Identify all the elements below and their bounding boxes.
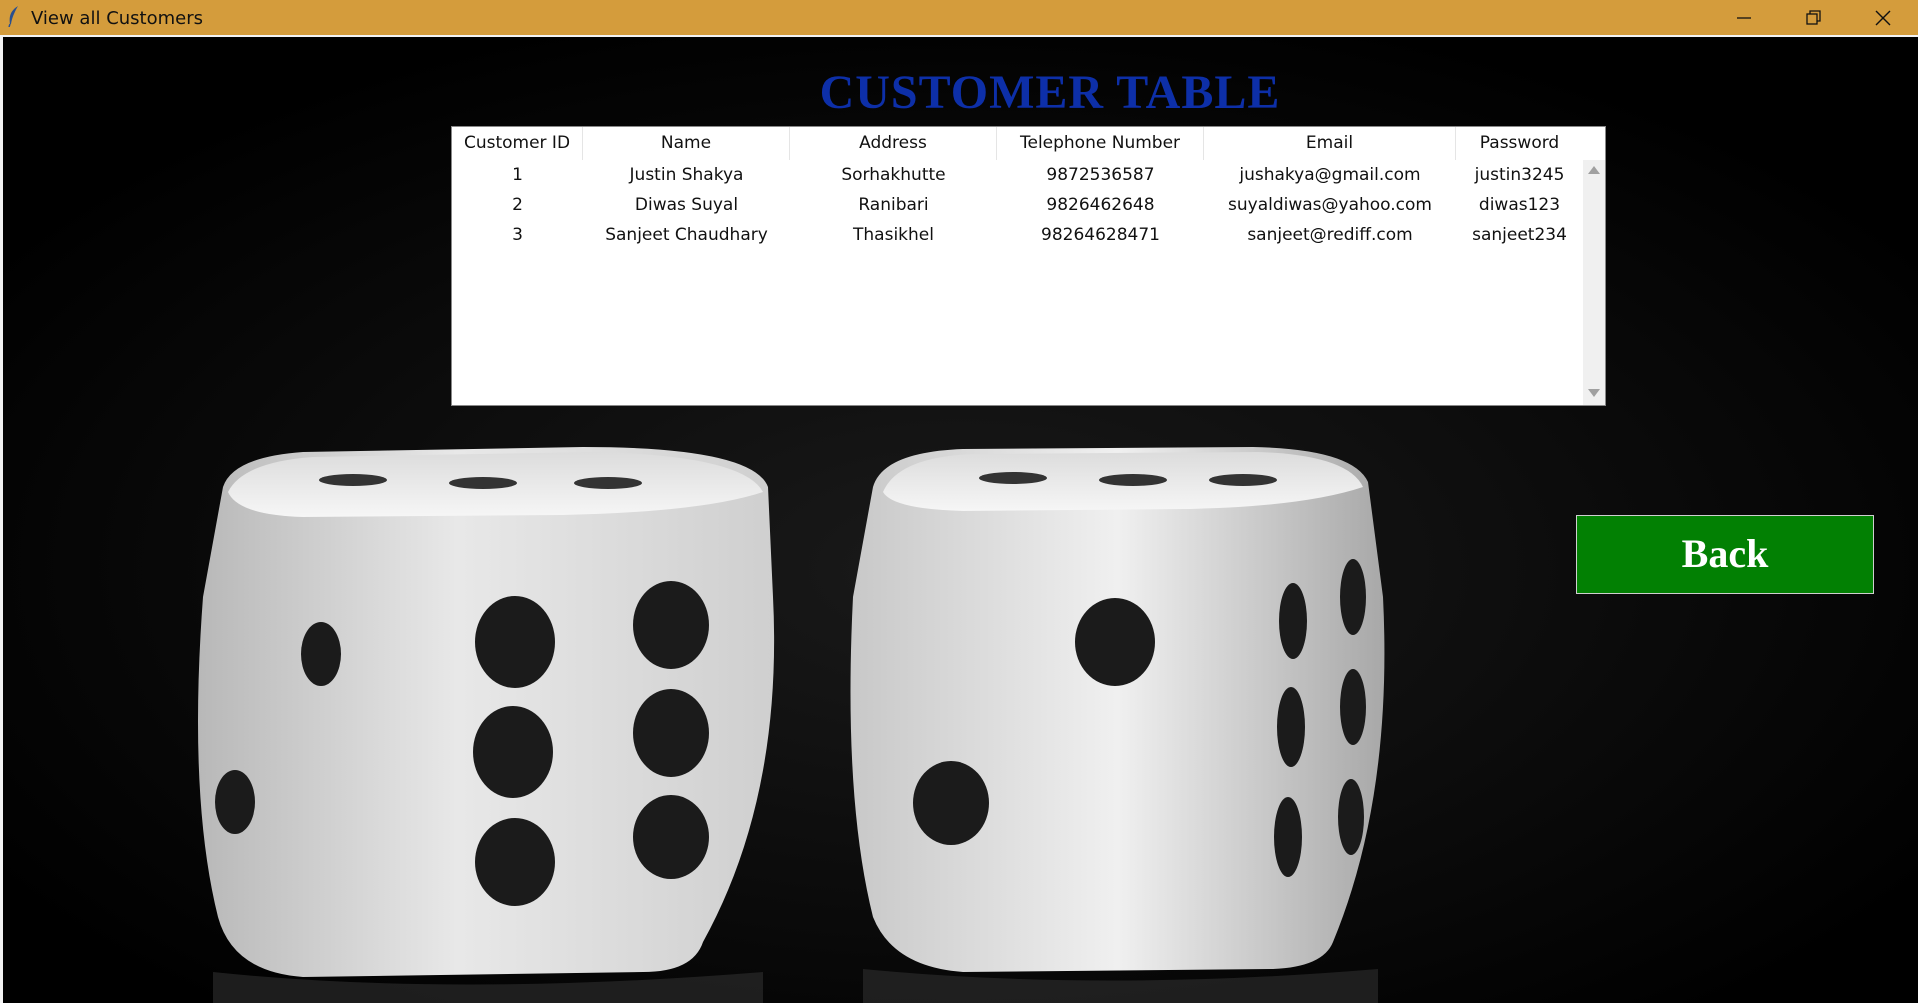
column-header-password[interactable]: Password xyxy=(1456,127,1583,160)
table-header: Customer ID Name Address Telephone Numbe… xyxy=(452,127,1583,160)
column-header-email[interactable]: Email xyxy=(1204,127,1456,160)
minimize-button[interactable] xyxy=(1709,0,1779,35)
cell-customer-id: 1 xyxy=(512,165,523,185)
cell-email: suyaldiwas@yahoo.com xyxy=(1228,195,1432,215)
restore-button[interactable] xyxy=(1779,0,1849,35)
minimize-icon xyxy=(1737,17,1751,19)
close-icon xyxy=(1875,10,1891,26)
cell-telephone: 9826462648 xyxy=(1046,195,1155,215)
restore-icon xyxy=(1806,10,1821,25)
page-title: CUSTOMER TABLE xyxy=(819,66,1281,119)
table-row[interactable]: 1 Justin Shakya Sorhakhutte 9872536587 j… xyxy=(452,160,1583,190)
column-header-telephone[interactable]: Telephone Number xyxy=(997,127,1204,160)
column-header-customer-id[interactable]: Customer ID xyxy=(452,127,583,160)
cell-email: jushakya@gmail.com xyxy=(1239,165,1421,185)
feather-icon xyxy=(8,6,18,27)
back-button[interactable]: Back xyxy=(1576,515,1874,594)
cell-password: sanjeet234 xyxy=(1472,225,1567,245)
cell-address: Ranibari xyxy=(858,195,929,215)
close-button[interactable] xyxy=(1848,0,1918,35)
table-row[interactable]: 2 Diwas Suyal Ranibari 9826462648 suyald… xyxy=(452,190,1583,220)
customer-table[interactable]: Customer ID Name Address Telephone Numbe… xyxy=(451,126,1606,406)
cell-customer-id: 3 xyxy=(512,225,523,245)
cell-address: Sorhakhutte xyxy=(841,165,946,185)
title-bar: View all Customers xyxy=(0,0,1918,35)
scroll-up-arrow-icon[interactable] xyxy=(1588,166,1600,174)
cell-address: Thasikhel xyxy=(853,225,934,245)
column-header-name[interactable]: Name xyxy=(583,127,790,160)
cell-telephone: 9872536587 xyxy=(1046,165,1155,185)
vertical-scrollbar[interactable] xyxy=(1583,160,1605,405)
scroll-down-arrow-icon[interactable] xyxy=(1588,389,1600,397)
column-header-address[interactable]: Address xyxy=(790,127,997,160)
cell-name: Diwas Suyal xyxy=(634,195,739,215)
cell-customer-id: 2 xyxy=(512,195,523,215)
table-row[interactable]: 3 Sanjeet Chaudhary Thasikhel 9826462847… xyxy=(452,220,1583,250)
cell-email: sanjeet@rediff.com xyxy=(1247,225,1413,245)
cell-name: Justin Shakya xyxy=(629,165,744,185)
cell-telephone: 98264628471 xyxy=(1041,225,1160,245)
cell-password: justin3245 xyxy=(1474,165,1565,185)
cell-password: diwas123 xyxy=(1478,195,1561,215)
cell-name: Sanjeet Chaudhary xyxy=(605,225,768,245)
window-title: View all Customers xyxy=(31,8,204,29)
main-window: CUSTOMER TABLE Customer ID Name Address … xyxy=(0,35,1918,1003)
